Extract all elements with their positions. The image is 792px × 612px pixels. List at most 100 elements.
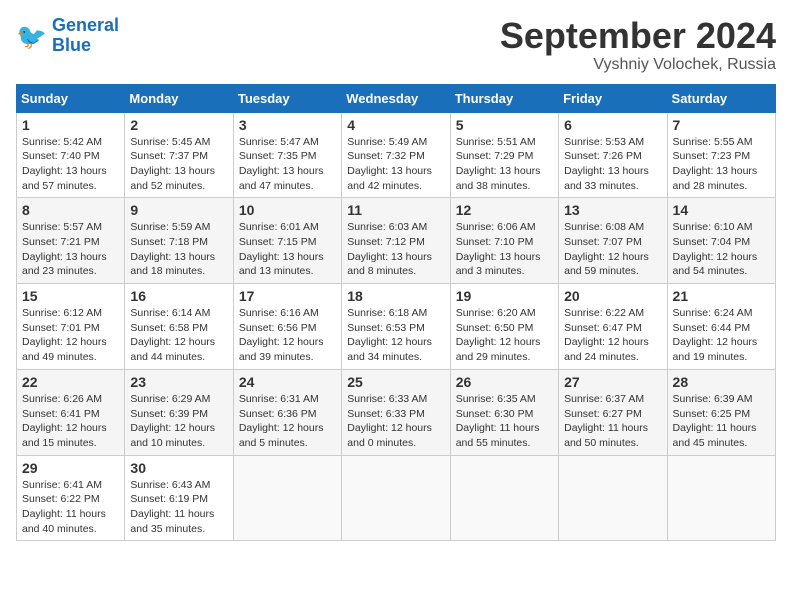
table-row: 21 Sunrise: 6:24 AMSunset: 6:44 PMDaylig… [667, 284, 775, 370]
calendar-week-row: 22 Sunrise: 6:26 AMSunset: 6:41 PMDaylig… [17, 369, 776, 455]
table-row: 27 Sunrise: 6:37 AMSunset: 6:27 PMDaylig… [559, 369, 667, 455]
calendar-week-row: 15 Sunrise: 6:12 AMSunset: 7:01 PMDaylig… [17, 284, 776, 370]
table-row: 10 Sunrise: 6:01 AMSunset: 7:15 PMDaylig… [233, 198, 341, 284]
day-info: Sunrise: 5:45 AMSunset: 7:37 PMDaylight:… [130, 135, 227, 194]
day-info: Sunrise: 6:22 AMSunset: 6:47 PMDaylight:… [564, 306, 661, 365]
day-info: Sunrise: 6:31 AMSunset: 6:36 PMDaylight:… [239, 392, 336, 451]
day-number: 19 [456, 288, 553, 304]
calendar-week-row: 1 Sunrise: 5:42 AMSunset: 7:40 PMDayligh… [17, 112, 776, 198]
day-number: 29 [22, 460, 119, 476]
table-row: 14 Sunrise: 6:10 AMSunset: 7:04 PMDaylig… [667, 198, 775, 284]
table-row: 26 Sunrise: 6:35 AMSunset: 6:30 PMDaylig… [450, 369, 558, 455]
day-info: Sunrise: 6:37 AMSunset: 6:27 PMDaylight:… [564, 392, 661, 451]
day-number: 1 [22, 117, 119, 133]
table-row: 13 Sunrise: 6:08 AMSunset: 7:07 PMDaylig… [559, 198, 667, 284]
day-info: Sunrise: 5:53 AMSunset: 7:26 PMDaylight:… [564, 135, 661, 194]
day-number: 3 [239, 117, 336, 133]
day-info: Sunrise: 6:16 AMSunset: 6:56 PMDaylight:… [239, 306, 336, 365]
table-row: 12 Sunrise: 6:06 AMSunset: 7:10 PMDaylig… [450, 198, 558, 284]
table-row [342, 455, 450, 541]
table-row: 1 Sunrise: 5:42 AMSunset: 7:40 PMDayligh… [17, 112, 125, 198]
day-number: 25 [347, 374, 444, 390]
day-number: 24 [239, 374, 336, 390]
table-row: 3 Sunrise: 5:47 AMSunset: 7:35 PMDayligh… [233, 112, 341, 198]
table-row: 19 Sunrise: 6:20 AMSunset: 6:50 PMDaylig… [450, 284, 558, 370]
day-info: Sunrise: 6:24 AMSunset: 6:44 PMDaylight:… [673, 306, 770, 365]
calendar-week-row: 29 Sunrise: 6:41 AMSunset: 6:22 PMDaylig… [17, 455, 776, 541]
table-row [559, 455, 667, 541]
day-info: Sunrise: 6:33 AMSunset: 6:33 PMDaylight:… [347, 392, 444, 451]
table-row: 24 Sunrise: 6:31 AMSunset: 6:36 PMDaylig… [233, 369, 341, 455]
day-info: Sunrise: 5:42 AMSunset: 7:40 PMDaylight:… [22, 135, 119, 194]
day-number: 27 [564, 374, 661, 390]
day-number: 12 [456, 202, 553, 218]
day-info: Sunrise: 5:49 AMSunset: 7:32 PMDaylight:… [347, 135, 444, 194]
day-number: 28 [673, 374, 770, 390]
day-info: Sunrise: 6:18 AMSunset: 6:53 PMDaylight:… [347, 306, 444, 365]
day-number: 7 [673, 117, 770, 133]
day-number: 26 [456, 374, 553, 390]
header-thursday: Thursday [450, 84, 558, 112]
day-info: Sunrise: 6:43 AMSunset: 6:19 PMDaylight:… [130, 478, 227, 537]
table-row: 5 Sunrise: 5:51 AMSunset: 7:29 PMDayligh… [450, 112, 558, 198]
day-info: Sunrise: 5:59 AMSunset: 7:18 PMDaylight:… [130, 220, 227, 279]
day-number: 11 [347, 202, 444, 218]
day-info: Sunrise: 5:51 AMSunset: 7:29 PMDaylight:… [456, 135, 553, 194]
table-row: 7 Sunrise: 5:55 AMSunset: 7:23 PMDayligh… [667, 112, 775, 198]
header-saturday: Saturday [667, 84, 775, 112]
logo-icon: 🐦 [16, 20, 48, 52]
day-info: Sunrise: 6:35 AMSunset: 6:30 PMDaylight:… [456, 392, 553, 451]
table-row: 28 Sunrise: 6:39 AMSunset: 6:25 PMDaylig… [667, 369, 775, 455]
logo: 🐦 GeneralBlue [16, 16, 119, 56]
header-monday: Monday [125, 84, 233, 112]
svg-text:🐦: 🐦 [16, 23, 47, 51]
logo-text: GeneralBlue [52, 16, 119, 56]
table-row: 22 Sunrise: 6:26 AMSunset: 6:41 PMDaylig… [17, 369, 125, 455]
weekday-header-row: Sunday Monday Tuesday Wednesday Thursday… [17, 84, 776, 112]
day-number: 17 [239, 288, 336, 304]
day-number: 21 [673, 288, 770, 304]
day-number: 18 [347, 288, 444, 304]
day-number: 2 [130, 117, 227, 133]
location: Vyshniy Volochek, Russia [500, 56, 776, 74]
table-row: 16 Sunrise: 6:14 AMSunset: 6:58 PMDaylig… [125, 284, 233, 370]
day-number: 10 [239, 202, 336, 218]
table-row: 15 Sunrise: 6:12 AMSunset: 7:01 PMDaylig… [17, 284, 125, 370]
table-row: 17 Sunrise: 6:16 AMSunset: 6:56 PMDaylig… [233, 284, 341, 370]
table-row: 25 Sunrise: 6:33 AMSunset: 6:33 PMDaylig… [342, 369, 450, 455]
day-info: Sunrise: 6:10 AMSunset: 7:04 PMDaylight:… [673, 220, 770, 279]
table-row: 20 Sunrise: 6:22 AMSunset: 6:47 PMDaylig… [559, 284, 667, 370]
table-row: 11 Sunrise: 6:03 AMSunset: 7:12 PMDaylig… [342, 198, 450, 284]
day-info: Sunrise: 6:26 AMSunset: 6:41 PMDaylight:… [22, 392, 119, 451]
day-number: 5 [456, 117, 553, 133]
day-number: 14 [673, 202, 770, 218]
day-number: 30 [130, 460, 227, 476]
table-row: 8 Sunrise: 5:57 AMSunset: 7:21 PMDayligh… [17, 198, 125, 284]
table-row: 9 Sunrise: 5:59 AMSunset: 7:18 PMDayligh… [125, 198, 233, 284]
day-info: Sunrise: 6:39 AMSunset: 6:25 PMDaylight:… [673, 392, 770, 451]
header-tuesday: Tuesday [233, 84, 341, 112]
day-info: Sunrise: 6:08 AMSunset: 7:07 PMDaylight:… [564, 220, 661, 279]
page-header: 🐦 GeneralBlue September 2024 Vyshniy Vol… [16, 16, 776, 74]
day-info: Sunrise: 6:01 AMSunset: 7:15 PMDaylight:… [239, 220, 336, 279]
table-row: 29 Sunrise: 6:41 AMSunset: 6:22 PMDaylig… [17, 455, 125, 541]
table-row [450, 455, 558, 541]
day-info: Sunrise: 6:20 AMSunset: 6:50 PMDaylight:… [456, 306, 553, 365]
table-row: 18 Sunrise: 6:18 AMSunset: 6:53 PMDaylig… [342, 284, 450, 370]
day-number: 8 [22, 202, 119, 218]
day-info: Sunrise: 5:47 AMSunset: 7:35 PMDaylight:… [239, 135, 336, 194]
table-row: 4 Sunrise: 5:49 AMSunset: 7:32 PMDayligh… [342, 112, 450, 198]
day-info: Sunrise: 5:57 AMSunset: 7:21 PMDaylight:… [22, 220, 119, 279]
day-number: 9 [130, 202, 227, 218]
table-row [233, 455, 341, 541]
table-row: 6 Sunrise: 5:53 AMSunset: 7:26 PMDayligh… [559, 112, 667, 198]
day-number: 4 [347, 117, 444, 133]
title-block: September 2024 Vyshniy Volochek, Russia [500, 16, 776, 74]
day-info: Sunrise: 6:06 AMSunset: 7:10 PMDaylight:… [456, 220, 553, 279]
day-number: 22 [22, 374, 119, 390]
day-info: Sunrise: 6:14 AMSunset: 6:58 PMDaylight:… [130, 306, 227, 365]
day-number: 23 [130, 374, 227, 390]
day-info: Sunrise: 6:12 AMSunset: 7:01 PMDaylight:… [22, 306, 119, 365]
day-info: Sunrise: 6:03 AMSunset: 7:12 PMDaylight:… [347, 220, 444, 279]
table-row: 2 Sunrise: 5:45 AMSunset: 7:37 PMDayligh… [125, 112, 233, 198]
